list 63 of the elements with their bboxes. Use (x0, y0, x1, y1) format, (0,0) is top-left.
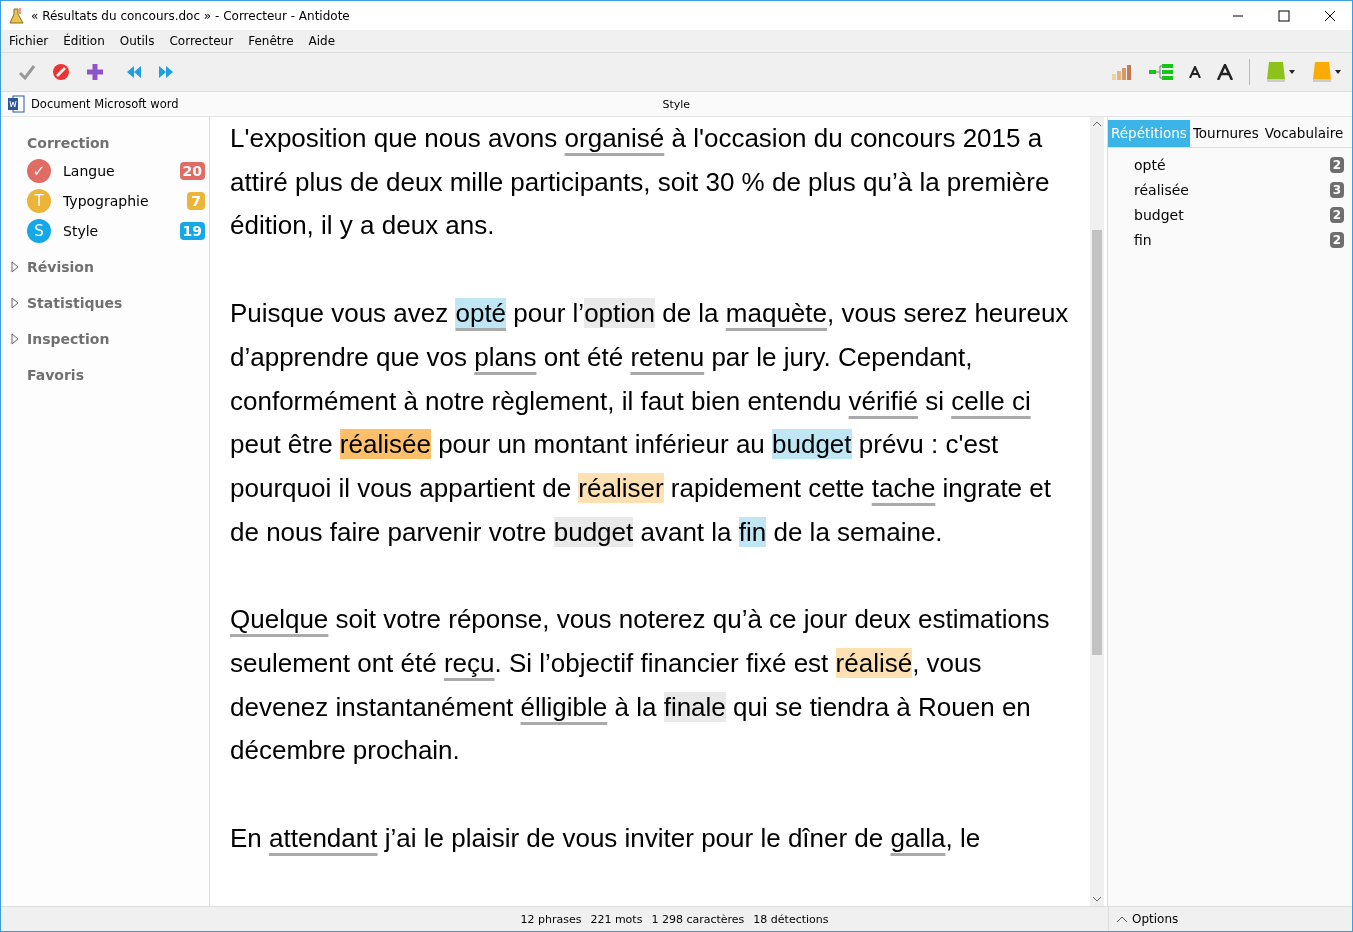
menu-item[interactable]: Fichier (9, 34, 49, 48)
status-text: 1 298 caractères (651, 912, 745, 926)
rewind-icon[interactable] (126, 65, 142, 79)
status-text: 12 phrases (520, 912, 582, 926)
window-title: « Résultats du concours.doc » - Correcteur - Antidote (31, 8, 350, 23)
flask-icon (9, 6, 25, 25)
plus-icon[interactable] (86, 63, 104, 81)
section-header[interactable]: Statistiques (27, 295, 123, 311)
count-badge: 19 (179, 222, 205, 240)
category-item[interactable]: T Typographie 7 (27, 189, 205, 213)
mode-label: Style (662, 97, 691, 111)
section-header[interactable]: Révision (27, 259, 94, 275)
menu-item[interactable]: Correcteur (169, 34, 234, 48)
document-paragraph: En attendant j’ai le plaisir de vous inviter pour le dîner de galla, le (230, 822, 982, 856)
scrollbar-thumb[interactable] (1092, 230, 1102, 655)
repeated-word[interactable]: opté (1134, 156, 1166, 173)
document-paragraph: L'exposition que nous avons organisé à l'occasion du concours 2015 a attiré plus de deux mille participants, soit 30 % de plus qu’à la première édition, il y a deux ans. (230, 122, 1051, 243)
category-item[interactable]: S Style 19 (27, 219, 205, 243)
bar-chart-icon[interactable] (1111, 64, 1133, 80)
menu-item[interactable]: Outils (119, 34, 155, 48)
document-paragraph: Quelque soit votre réponse, vous noterez qu’à ce jour deux estimations seulement ont été reçu. Si l’objectif financier fixé est réalisé, vous devenez instantanément élligible à la finale qui se tiendra à Rouen en décembre prochain. (230, 603, 1051, 768)
status-text: 221 mots (590, 912, 643, 926)
book-dropdown-icon[interactable] (1266, 61, 1296, 83)
word-document-icon (7, 95, 25, 113)
count-badge: 7 (187, 192, 205, 210)
section-header: Correction (27, 135, 111, 151)
scrollbar[interactable] (1090, 117, 1104, 906)
document-source: Document Microsoft word (31, 97, 179, 111)
count-badge: 3 (1329, 181, 1344, 198)
expand-arrow-icon[interactable] (11, 297, 19, 309)
section-header[interactable]: Favoris (27, 367, 84, 383)
count-badge: 20 (179, 162, 205, 180)
count-badge: 2 (1329, 206, 1344, 223)
document-paragraph: Puisque vous avez opté pour l’option de la maquète, vous serez heureux d’apprendre que vos plans ont été retenu par le jury. Cependant, conformément à notre règlement, il faut bien entendu vérifié si celle ci peut être réalisée pour un montant inférieur au budget prévu : c'est pourquoi il vous appartient de réaliser rapidement cette tache ingrate et de nous faire parvenir votre budget avant la fin de la semaine. (230, 297, 1070, 549)
panel-tab[interactable]: Vocabulaire (1261, 120, 1347, 147)
scroll-up-icon[interactable] (1093, 121, 1101, 126)
maximize-icon[interactable] (1278, 9, 1290, 22)
close-icon[interactable] (1324, 9, 1336, 22)
menu-item[interactable]: Fenêtre (248, 34, 294, 48)
section-header[interactable]: Inspection (27, 331, 110, 347)
fast-forward-icon[interactable] (158, 65, 174, 79)
scroll-down-icon[interactable] (1093, 897, 1101, 902)
category-icon: S (27, 219, 51, 243)
font-small-icon[interactable] (1189, 66, 1201, 78)
category-icon: ✓ (27, 159, 51, 183)
repeated-word[interactable]: réalisée (1134, 181, 1189, 198)
repeated-word[interactable]: budget (1134, 206, 1184, 223)
category-item[interactable]: ✓ Langue 20 (27, 159, 205, 183)
status-text: 18 détections (753, 912, 829, 926)
menu-item[interactable]: Édition (63, 34, 105, 48)
count-badge: 2 (1329, 231, 1344, 248)
category-icon: T (27, 189, 51, 213)
count-badge: 2 (1329, 156, 1344, 173)
menu-item[interactable]: Aide (308, 34, 336, 48)
repeated-word[interactable]: fin (1134, 231, 1152, 248)
book-dropdown-icon[interactable] (1312, 61, 1342, 83)
checkmark-icon[interactable] (18, 64, 36, 80)
panel-tab[interactable]: Tournures (1189, 120, 1262, 147)
expand-arrow-icon[interactable] (11, 333, 19, 345)
chevron-up-icon (1117, 916, 1127, 922)
font-large-icon[interactable] (1217, 64, 1233, 80)
forbidden-icon[interactable] (52, 63, 70, 81)
expand-arrow-icon[interactable] (11, 261, 19, 273)
